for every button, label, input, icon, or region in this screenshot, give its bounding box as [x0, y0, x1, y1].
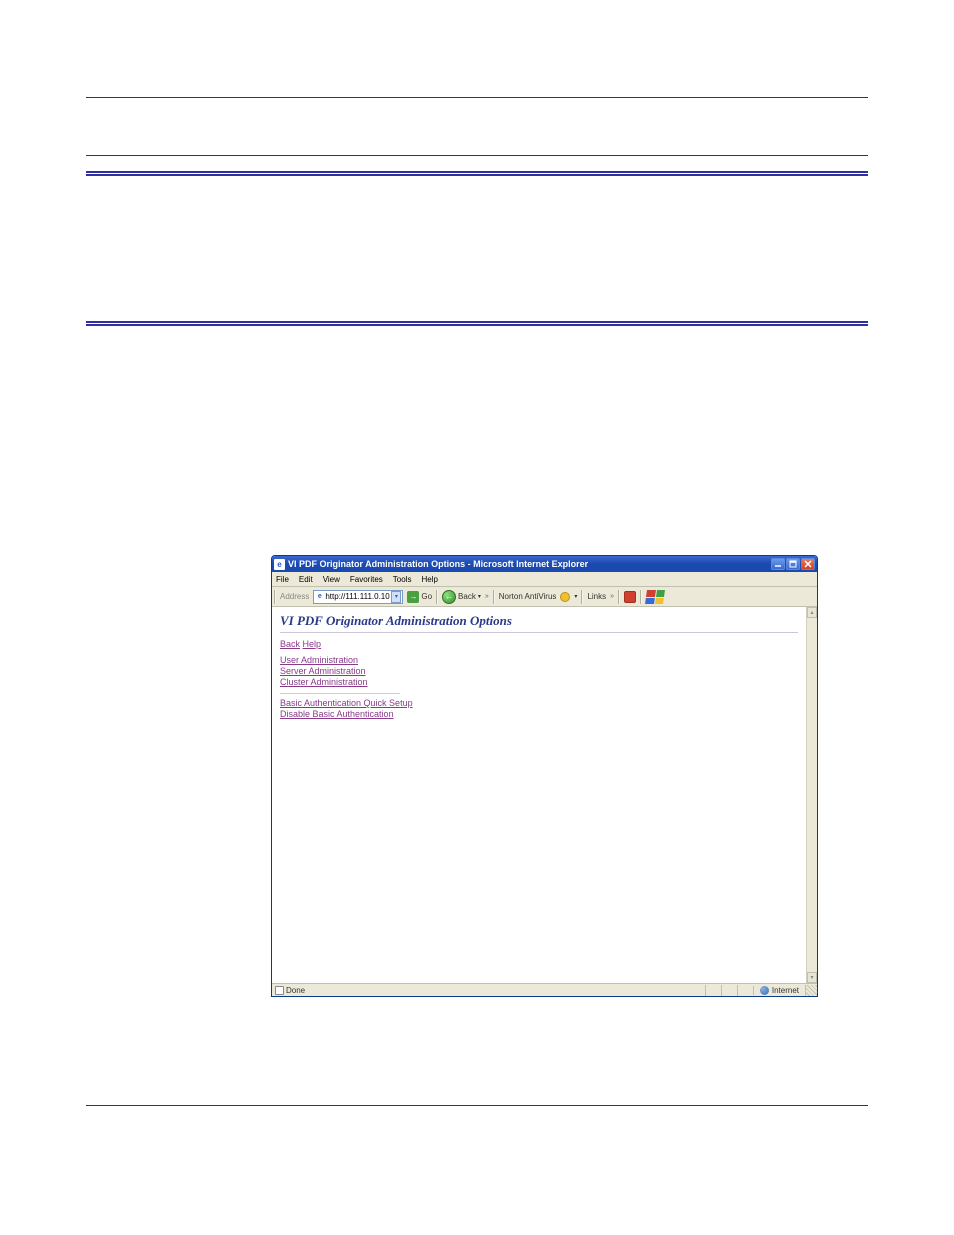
address-value: http://111.111.0.100/server/i: [325, 592, 390, 601]
address-label: Address: [280, 592, 309, 601]
norton-label: Norton AntiVirus: [499, 592, 557, 601]
menu-view[interactable]: View: [323, 575, 340, 584]
toolbar-separator: [274, 590, 276, 604]
menu-tools[interactable]: Tools: [393, 575, 412, 584]
resize-grip-icon[interactable]: [805, 985, 817, 996]
nav-back-link[interactable]: Back: [280, 639, 300, 649]
maximize-button[interactable]: [786, 558, 800, 570]
page-heading: VI PDF Originator Administration Options: [280, 613, 798, 629]
ie-icon: e: [274, 559, 285, 570]
vertical-scrollbar[interactable]: ▴ ▾: [806, 607, 817, 983]
document-rule-double: [86, 171, 868, 176]
security-shield-icon[interactable]: [624, 591, 636, 603]
menu-help[interactable]: Help: [421, 575, 437, 584]
toolbar-separator: [581, 590, 583, 604]
toolbar-overflow-icon[interactable]: »: [485, 593, 489, 600]
link-cluster-admin[interactable]: Cluster Administration: [280, 677, 368, 687]
go-arrow-icon: →: [407, 591, 419, 603]
menu-file[interactable]: File: [276, 575, 289, 584]
document-rule: [86, 155, 868, 156]
status-page-icon: [275, 986, 284, 995]
status-section: [705, 985, 721, 996]
link-server-admin[interactable]: Server Administration: [280, 666, 366, 676]
go-button[interactable]: → Go: [407, 591, 432, 603]
minimize-button[interactable]: [771, 558, 785, 570]
scroll-up-icon[interactable]: ▴: [807, 607, 817, 618]
go-label: Go: [421, 592, 432, 601]
link-group-separator: [280, 693, 400, 694]
toolbar-separator: [618, 590, 620, 604]
back-dropdown-icon[interactable]: ▾: [478, 593, 481, 600]
link-basic-auth-setup[interactable]: Basic Authentication Quick Setup: [280, 698, 413, 708]
titlebar[interactable]: e VI PDF Originator Administration Optio…: [272, 556, 817, 572]
toolbar-separator: [493, 590, 495, 604]
heading-underline: [280, 632, 798, 633]
back-button[interactable]: ← Back ▾: [442, 590, 481, 604]
links-label[interactable]: Links: [587, 592, 606, 601]
content-area: VI PDF Originator Administration Options…: [272, 607, 806, 983]
menu-edit[interactable]: Edit: [299, 575, 313, 584]
toolbar: Address e http://111.111.0.100/server/i …: [272, 587, 817, 607]
status-section: [721, 985, 737, 996]
norton-dropdown-icon[interactable]: ▾: [574, 593, 577, 600]
scroll-down-icon[interactable]: ▾: [807, 972, 817, 983]
status-done: Done: [286, 986, 305, 995]
status-zone[interactable]: Internet: [753, 986, 805, 995]
status-zone-label: Internet: [772, 986, 799, 995]
status-section: [737, 985, 753, 996]
page-icon: e: [315, 592, 324, 601]
ie-window: e VI PDF Originator Administration Optio…: [271, 555, 818, 997]
toolbar-separator: [640, 590, 642, 604]
close-button[interactable]: [801, 558, 815, 570]
statusbar: Done Internet: [272, 983, 817, 996]
links-overflow-icon[interactable]: »: [610, 593, 614, 600]
address-dropdown[interactable]: ▾: [391, 591, 401, 603]
norton-icon[interactable]: [560, 592, 570, 602]
link-disable-basic-auth[interactable]: Disable Basic Authentication: [280, 709, 394, 719]
address-field[interactable]: e http://111.111.0.100/server/i ▾: [313, 590, 403, 604]
document-rule: [86, 1105, 868, 1106]
nav-help-link[interactable]: Help: [303, 639, 322, 649]
document-rule: [86, 97, 868, 98]
link-user-admin[interactable]: User Administration: [280, 655, 358, 665]
menubar: File Edit View Favorites Tools Help: [272, 572, 817, 587]
windows-flag-icon[interactable]: [645, 590, 665, 604]
document-rule-double: [86, 321, 868, 326]
back-label: Back: [458, 592, 476, 601]
toolbar-separator: [436, 590, 438, 604]
menu-favorites[interactable]: Favorites: [350, 575, 383, 584]
back-arrow-icon: ←: [442, 590, 456, 604]
globe-icon: [760, 986, 769, 995]
window-title: VI PDF Originator Administration Options…: [288, 559, 588, 569]
